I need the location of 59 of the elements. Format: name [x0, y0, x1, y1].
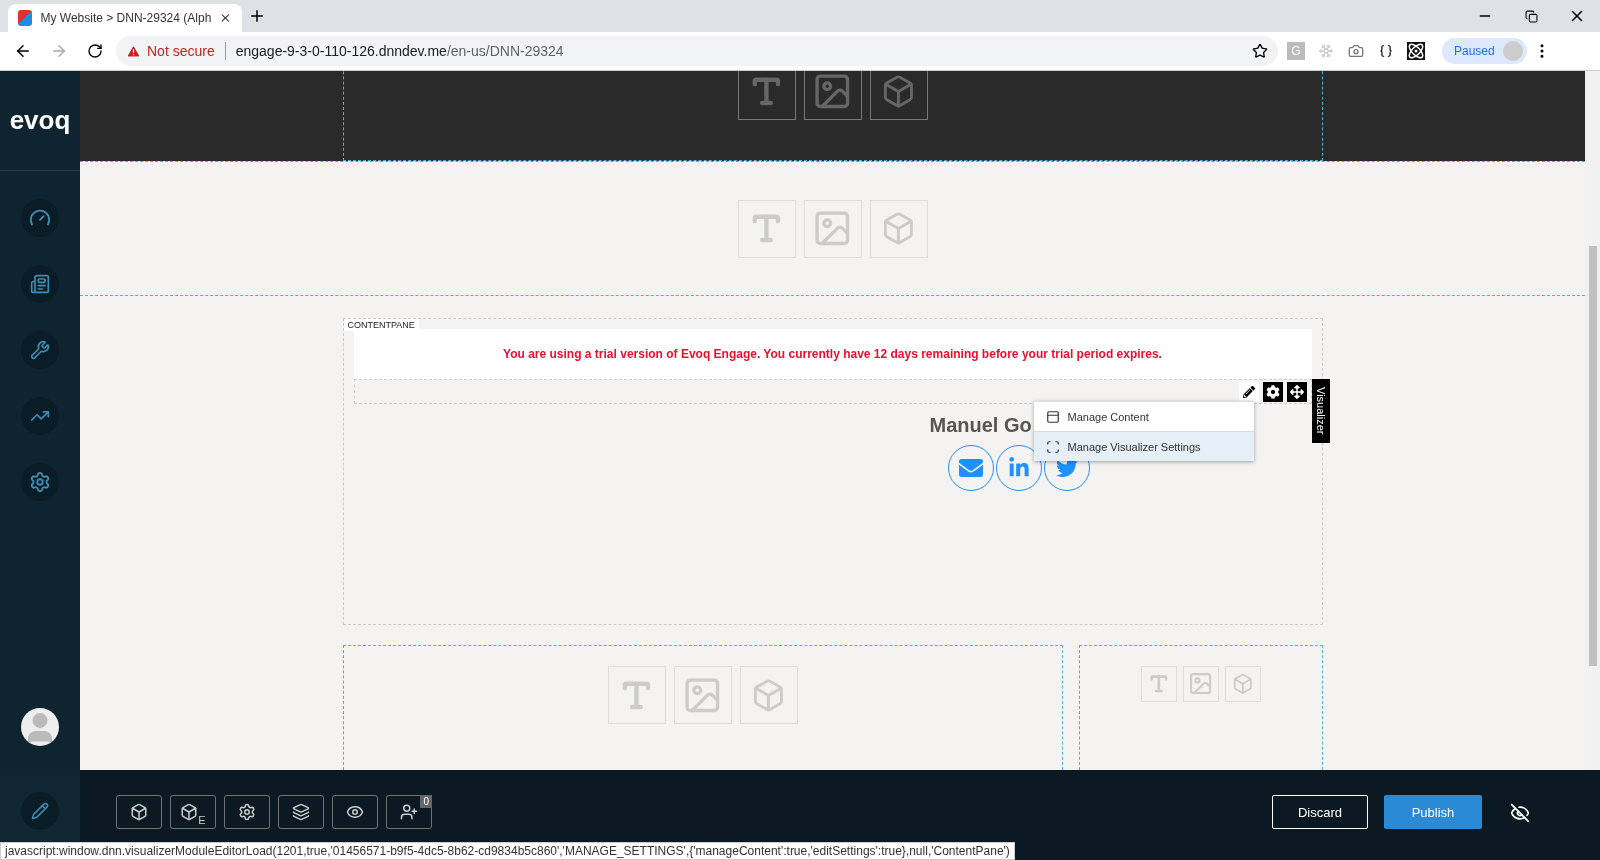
- count-badge: 0: [420, 795, 432, 808]
- site-favicon-icon: [18, 10, 33, 26]
- image-icon: [1187, 671, 1214, 697]
- close-icon: [219, 11, 232, 25]
- scan-icon: [1045, 439, 1060, 454]
- url-text: engage-9-3-0-110-126.dnndev.me/en-us/DNN-29324: [235, 43, 564, 59]
- cube-icon: [881, 73, 916, 109]
- profile-button[interactable]: Paused: [1442, 38, 1527, 64]
- publish-button[interactable]: Publish: [1384, 795, 1482, 829]
- plus-icon[interactable]: [248, 7, 266, 25]
- reload-icon[interactable]: [87, 43, 103, 59]
- panel-icon: [1045, 409, 1060, 424]
- add-user-button[interactable]: 0: [386, 795, 432, 829]
- restore-icon[interactable]: [1524, 9, 1538, 23]
- trial-notice: You are using a trial version of Evoq Engage. You currently have 12 days remaining before your trial period expires.: [353, 329, 1312, 379]
- envelope-icon[interactable]: [958, 456, 983, 480]
- module-tab[interactable]: Visualizer: [1311, 379, 1330, 443]
- settings-button[interactable]: [224, 795, 270, 829]
- layers-button[interactable]: [278, 795, 324, 829]
- discard-button[interactable]: Discard: [1272, 795, 1368, 829]
- module-name: Manuel Go: [929, 414, 1032, 437]
- gauge-icon[interactable]: [21, 199, 59, 237]
- preview-button[interactable]: [332, 795, 378, 829]
- text-icon: [1147, 673, 1170, 695]
- address-bar[interactable]: Not secure engage-9-3-0-110-126.dnndev.me/en-us/DNN-29324: [116, 36, 1278, 66]
- menu-item[interactable]: Manage Content: [1033, 401, 1254, 431]
- avatar-icon[interactable]: [21, 708, 59, 746]
- cube-icon: [881, 211, 916, 246]
- layers-icon[interactable]: [292, 803, 310, 821]
- cube-icon: [751, 677, 786, 713]
- bookmark-star-icon: [1252, 43, 1268, 59]
- subscript-label: E: [198, 814, 206, 826]
- cube-icon: [1231, 673, 1254, 695]
- pane-label: CONTENTPANE: [343, 319, 419, 331]
- atom-icon[interactable]: [1407, 42, 1425, 60]
- browser-tab[interactable]: My Website > DNN-29324 (Alph: [8, 4, 242, 32]
- camera-icon[interactable]: [1348, 43, 1364, 59]
- braces-icon[interactable]: [1379, 44, 1393, 58]
- hidden-eye-icon[interactable]: [1510, 803, 1530, 823]
- chart-icon[interactable]: [21, 397, 59, 435]
- cube-icon[interactable]: [130, 803, 148, 821]
- user-plus-icon[interactable]: [400, 803, 418, 821]
- scrollbar[interactable]: [1585, 71, 1600, 770]
- menu-item[interactable]: Manage Visualizer Settings: [1033, 431, 1254, 461]
- module-button[interactable]: [116, 795, 162, 829]
- security-label: Not secure: [147, 43, 215, 59]
- module-tile[interactable]: [869, 71, 928, 120]
- text-module-tile[interactable]: [737, 71, 796, 120]
- cube-icon[interactable]: [180, 803, 199, 821]
- status-bar: javascript:window.dnn.visualizerModuleEditorLoad(1201,true,'01456571-b9f5-4dc5-8b62-cd9834b5c860','MANAGE_SETTINGS',{'manageContent':true,'editSettings':true},null,'ContentPane'): [0, 842, 1015, 860]
- gear-icon[interactable]: [238, 803, 256, 821]
- existing-module-button[interactable]: E: [170, 795, 216, 829]
- settings-icon[interactable]: [21, 463, 59, 501]
- list-icon[interactable]: [21, 265, 59, 303]
- tools-icon[interactable]: [21, 331, 59, 369]
- linkedin-icon[interactable]: [1007, 457, 1030, 479]
- image-module-tile[interactable]: [803, 71, 862, 120]
- warning-icon: [126, 43, 141, 59]
- eye-icon[interactable]: [346, 803, 364, 821]
